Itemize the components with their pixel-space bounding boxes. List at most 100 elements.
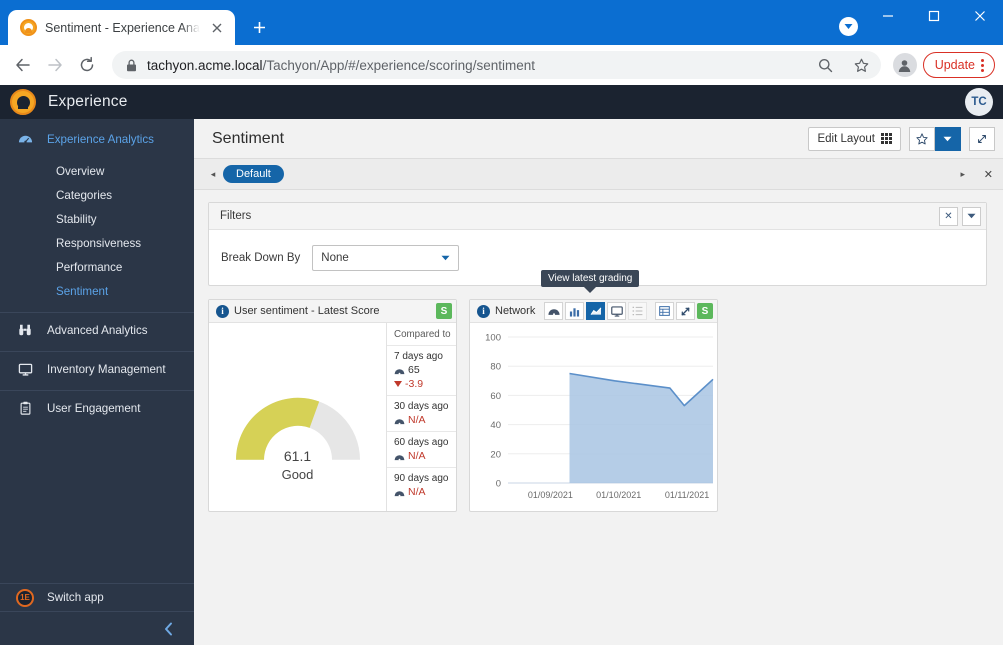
info-icon[interactable]: i xyxy=(216,304,229,318)
switch-app-icon: 1E xyxy=(16,588,34,607)
area-chart-view-icon[interactable] xyxy=(586,302,605,320)
browser-menu-icon[interactable] xyxy=(981,58,990,72)
sidebar-item-label: User Engagement xyxy=(47,401,141,415)
sidebar-item-categories[interactable]: Categories xyxy=(0,183,194,207)
svg-text:40: 40 xyxy=(490,420,501,431)
favorite-dropdown-button[interactable] xyxy=(935,126,961,151)
window-maximize-button[interactable] xyxy=(911,0,957,32)
main-content: Sentiment Edit Layout ◂ Default ▸ ✕ Filt… xyxy=(194,119,1003,645)
new-tab-button[interactable] xyxy=(245,13,273,41)
comparison-row: 60 days ago N/A xyxy=(387,432,456,468)
tab-favicon-icon xyxy=(20,19,37,36)
sidebar-item-experience-analytics[interactable]: Experience Analytics xyxy=(0,124,194,154)
arrow-down-icon xyxy=(394,381,402,387)
widget-title: User sentiment - Latest Score xyxy=(234,305,380,317)
compared-to-panel: Compared to 7 days ago 65 -3.9 30 days a… xyxy=(386,323,456,511)
update-button[interactable]: Update xyxy=(922,52,995,78)
profile-avatar-icon[interactable] xyxy=(892,53,917,77)
break-down-by-value: None xyxy=(321,251,349,264)
gauge-view-icon[interactable] xyxy=(544,302,563,320)
application: Experience TC Experience Analytics Overv… xyxy=(0,85,1003,645)
panel-area: Filters ✕ Break Down By None View latest… xyxy=(194,190,1003,524)
window-close-button[interactable] xyxy=(957,0,1003,32)
status-badge: S xyxy=(697,303,713,319)
widget-header: i Network P xyxy=(470,300,717,323)
edit-layout-button[interactable]: Edit Layout xyxy=(808,126,901,151)
expand-icon[interactable] xyxy=(676,302,695,320)
sidebar-item-label: Inventory Management xyxy=(47,362,166,376)
sidebar-item-overview[interactable]: Overview xyxy=(0,159,194,183)
forward-button[interactable] xyxy=(40,50,70,80)
fullscreen-button[interactable] xyxy=(969,126,995,151)
info-icon[interactable]: i xyxy=(477,304,490,318)
comparison-delta-value: -3.9 xyxy=(405,378,424,390)
svg-text:01/11/2021: 01/11/2021 xyxy=(665,490,709,500)
switch-app-button[interactable]: 1E Switch app xyxy=(0,583,194,611)
sidebar-item-user-engagement[interactable]: User Engagement xyxy=(0,396,194,420)
dashboard-tabbar: ◂ Default ▸ ✕ xyxy=(194,159,1003,190)
tab-title: Sentiment - Experience Analytics xyxy=(45,20,200,35)
mini-gauge-icon xyxy=(394,416,405,425)
search-icon[interactable] xyxy=(813,52,839,78)
widget-toolbar: S xyxy=(544,302,713,320)
sidebar-item-responsiveness[interactable]: Responsiveness xyxy=(0,231,194,255)
sidebar-item-label: Experience Analytics xyxy=(47,132,154,146)
tabbar-close-icon[interactable]: ✕ xyxy=(984,168,993,181)
mini-gauge-icon xyxy=(394,488,405,497)
filters-close-button[interactable]: ✕ xyxy=(939,206,958,226)
address-bar[interactable]: tachyon.acme.local/Tachyon/App/#/experie… xyxy=(112,51,881,79)
widget-header: i User sentiment - Latest Score S xyxy=(209,300,456,323)
chrome-caret-icon[interactable] xyxy=(839,17,858,36)
url-path: /Tachyon/App/#/experience/scoring/sentim… xyxy=(262,57,535,73)
bar-chart-view-icon[interactable] xyxy=(565,302,584,320)
tabbar-prev-icon[interactable]: ◂ xyxy=(206,169,220,180)
filters-collapse-button[interactable] xyxy=(962,206,981,226)
browser-toolbar: tachyon.acme.local/Tachyon/App/#/experie… xyxy=(0,45,1003,85)
comparison-value: N/A xyxy=(394,450,456,462)
sidebar-item-stability[interactable]: Stability xyxy=(0,207,194,231)
table-view-icon[interactable] xyxy=(655,302,674,320)
comparison-row: 7 days ago 65 -3.9 xyxy=(387,346,456,396)
sidebar-item-sentiment[interactable]: Sentiment xyxy=(0,279,194,303)
sidebar-item-inventory-management[interactable]: Inventory Management xyxy=(0,357,194,381)
experience-logo-icon xyxy=(10,89,36,115)
filters-header: Filters ✕ xyxy=(209,203,986,230)
back-button[interactable] xyxy=(8,50,38,80)
list-view-icon[interactable] xyxy=(628,302,647,320)
tab-close-icon[interactable] xyxy=(208,19,226,37)
url-host: tachyon.acme.local xyxy=(147,57,263,73)
widget-network-performance: i Network P xyxy=(469,299,718,512)
gauge-score-label: Good xyxy=(281,466,314,482)
window-minimize-button[interactable] xyxy=(865,0,911,32)
break-down-by-label: Break Down By xyxy=(221,251,301,264)
comparison-period: 60 days ago xyxy=(394,437,449,448)
address-bar-url: tachyon.acme.local/Tachyon/App/#/experie… xyxy=(147,58,803,73)
sidebar-item-performance[interactable]: Performance xyxy=(0,255,194,279)
user-avatar[interactable]: TC xyxy=(965,88,993,116)
comparison-score: N/A xyxy=(408,414,426,426)
widget-body: 61.1 Good Compared to 7 days ago 65 -3.9… xyxy=(209,323,456,511)
break-down-by-select[interactable]: None xyxy=(312,244,460,271)
browser-tab[interactable]: Sentiment - Experience Analytics xyxy=(8,10,235,45)
dashboard-tab-default[interactable]: Default xyxy=(223,165,284,183)
reload-button[interactable] xyxy=(72,50,102,80)
comparison-value: N/A xyxy=(394,414,456,426)
gauge-icon xyxy=(16,132,34,147)
comparison-value: 65 xyxy=(394,364,456,376)
sidebar-item-advanced-analytics[interactable]: Advanced Analytics xyxy=(0,318,194,342)
tabbar-next-icon[interactable]: ▸ xyxy=(956,169,970,180)
bookmark-star-icon[interactable] xyxy=(849,52,875,78)
svg-text:100: 100 xyxy=(485,333,501,344)
status-badge: S xyxy=(436,303,452,319)
binoculars-icon xyxy=(16,323,34,337)
sentiment-gauge: 61.1 Good xyxy=(228,382,368,482)
edit-layout-label: Edit Layout xyxy=(817,132,875,145)
tabbar-right-controls: ▸ ✕ xyxy=(956,168,993,181)
monitor-view-icon[interactable] xyxy=(607,302,626,320)
sidebar-collapse-button[interactable] xyxy=(0,611,194,645)
tooltip-view-latest-grading: View latest grading xyxy=(541,270,640,293)
sidebar-item-label: Advanced Analytics xyxy=(47,323,148,337)
widgets-row: View latest grading i User sentiment - L… xyxy=(208,270,989,512)
svg-text:60: 60 xyxy=(490,391,501,402)
favorite-star-button[interactable] xyxy=(909,126,935,151)
